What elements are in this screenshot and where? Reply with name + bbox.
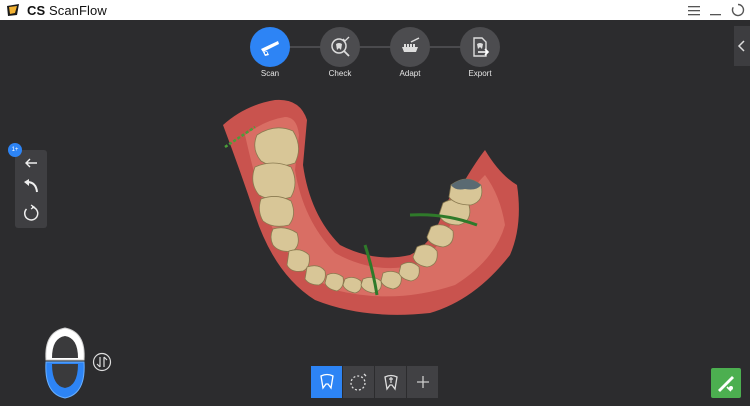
loading-icon[interactable] [730,1,746,19]
tooth-check-icon [320,27,360,67]
title-bar: CS ScanFlow [0,0,750,20]
app-title-brand: CS [27,2,46,18]
tooth-scan-icon[interactable] [311,366,342,398]
menu-icon[interactable] [686,1,702,19]
finish-scan-button[interactable] [711,368,741,398]
window-controls [686,1,746,19]
workflow-stepper: Scan Check Adapt Export [248,27,502,79]
tooth-trim-icon[interactable] [375,366,406,398]
minimize-icon[interactable] [708,1,724,19]
jaw-adapt-icon [390,27,430,67]
dental-scan-model[interactable] [215,95,535,325]
step-label-scan: Scan [260,69,280,78]
chevron-left-icon [737,40,745,52]
step-label-export: Export [468,69,492,78]
step-check[interactable]: Check [320,27,360,78]
export-file-icon [460,27,500,67]
add-icon[interactable] [407,366,438,398]
scanner-icon [250,27,290,67]
dotted-select-icon[interactable] [343,366,374,398]
app-logo-icon [7,4,19,16]
app-title-name: ScanFlow [48,2,107,18]
bottom-toolbar [311,366,439,398]
collapse-panel-button[interactable] [734,26,750,66]
app-title: CS ScanFlow [27,3,107,18]
swap-jaw-icon[interactable] [92,352,112,372]
reset-view-icon[interactable] [19,202,43,224]
tool-badge: 1+ [8,143,22,157]
undo-icon[interactable] [19,176,43,198]
left-tool-panel [15,150,47,228]
back-arrow-icon[interactable] [19,152,43,174]
step-label-adapt: Adapt [399,69,421,78]
jaw-selector[interactable] [40,322,90,400]
scanner-done-icon [718,376,734,392]
step-scan[interactable]: Scan [250,27,290,78]
step-export[interactable]: Export [460,27,500,78]
workflow-line [270,46,480,48]
step-adapt[interactable]: Adapt [390,27,430,78]
step-label-check: Check [328,69,352,78]
